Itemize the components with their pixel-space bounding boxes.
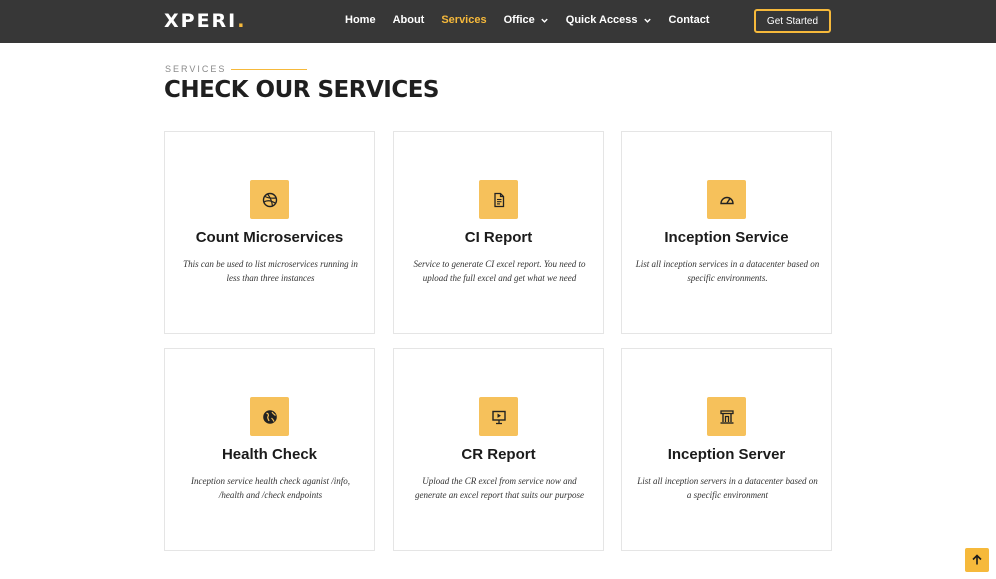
service-icon-box	[250, 180, 289, 219]
service-card-health-check[interactable]: Health Check Inception service health ch…	[164, 348, 375, 551]
easel-icon	[491, 410, 506, 424]
dribbble-icon	[262, 192, 277, 207]
card-title: CR Report	[461, 446, 536, 463]
service-card-cr-report[interactable]: CR Report Upload the CR excel from servi…	[393, 348, 604, 551]
card-title: Inception Server	[667, 446, 786, 463]
arrow-up-icon	[972, 554, 982, 565]
scroll-to-top-button[interactable]	[965, 548, 989, 572]
card-title: Inception Service	[664, 229, 789, 246]
card-title: Count Microservices	[195, 229, 344, 246]
service-card-inception-service[interactable]: Inception Service List all inception ser…	[621, 131, 832, 334]
service-icon-box	[250, 397, 289, 436]
nav-quick-access[interactable]: Quick Access	[566, 14, 652, 26]
nav-home[interactable]: Home	[345, 14, 376, 26]
bank-icon	[719, 409, 734, 424]
card-description: Service to generate CI excel report. You…	[413, 259, 586, 283]
chevron-down-icon	[541, 18, 548, 23]
nav-office-label: Office	[503, 14, 535, 26]
card-title: CI Report	[464, 229, 533, 246]
service-icon-box	[707, 397, 746, 436]
nav-about[interactable]: About	[393, 14, 425, 26]
card-description: Upload the CR excel from service now and…	[415, 476, 584, 500]
section-eyebrow-label: SERVICES	[165, 64, 227, 74]
nav-quick-access-label: Quick Access	[565, 14, 638, 26]
speedometer-icon	[719, 196, 734, 204]
logo-text: XPERI	[164, 10, 238, 32]
service-icon-box	[707, 180, 746, 219]
nav-office[interactable]: Office	[504, 14, 549, 26]
globe-icon	[262, 409, 277, 424]
logo-dot: .	[237, 10, 247, 32]
card-title: Health Check	[221, 446, 318, 463]
service-icon-box	[479, 180, 518, 219]
section-title: CHECK OUR SERVICES	[164, 77, 440, 103]
logo[interactable]: XPERI.	[164, 10, 246, 32]
top-navbar: XPERI. Home About Services Office Quick …	[0, 0, 996, 43]
card-description: List all inception services in a datacen…	[635, 259, 820, 283]
main-nav: Home About Services Office Quick Access …	[345, 14, 726, 26]
nav-services[interactable]: Services	[441, 14, 486, 26]
eyebrow-divider	[231, 68, 308, 70]
chevron-down-icon	[643, 18, 651, 23]
service-card-ci-report[interactable]: CI Report Service to generate CI excel r…	[393, 131, 604, 334]
service-icon-box	[479, 397, 518, 436]
card-description: List all inception servers in a datacent…	[637, 476, 818, 500]
get-started-button[interactable]: Get Started	[754, 9, 831, 33]
section-eyebrow: SERVICES	[165, 64, 308, 74]
file-text-icon	[493, 192, 504, 207]
card-description: Inception service health check aganist /…	[191, 476, 350, 500]
service-card-inception-server[interactable]: Inception Server List all inception serv…	[621, 348, 832, 551]
nav-contact[interactable]: Contact	[669, 14, 710, 26]
card-description: This can be used to list microservices r…	[183, 259, 358, 283]
service-card-count-microservices[interactable]: Count Microservices This can be used to …	[164, 131, 375, 334]
